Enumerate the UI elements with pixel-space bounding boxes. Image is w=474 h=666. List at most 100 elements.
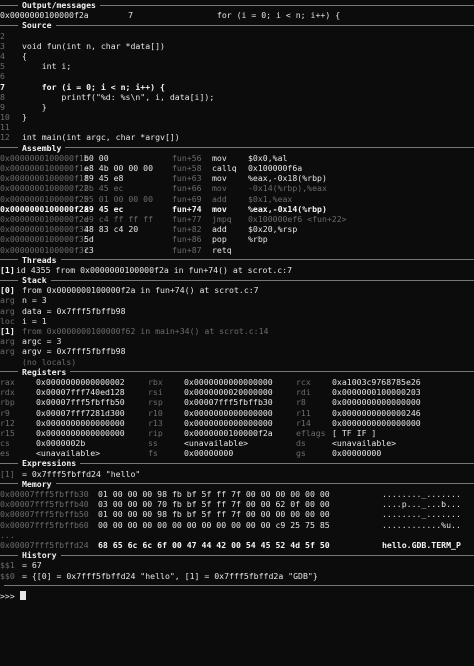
memory-ascii: ........_....... (382, 489, 461, 499)
line-number: 10 (0, 112, 10, 123)
memory-address: ... (0, 529, 15, 540)
command-prompt[interactable]: >>> (0, 590, 474, 601)
stack-prefix: [0] (0, 285, 15, 296)
asm-mnemonic: mov (212, 173, 227, 184)
stack-line: (no locals) (0, 357, 474, 367)
source-pane-header: Source (0, 20, 474, 30)
header-rule-left (0, 371, 18, 373)
history-text: = 67 (22, 560, 42, 571)
stack-text: (no locals) (22, 356, 77, 367)
register-value: 0x0000000000000000 (184, 376, 273, 387)
source-line: 5 int i; (0, 61, 474, 71)
asm-address: 0x0000000100000f36 (0, 234, 89, 245)
memory-address: 0x00007fff5fbffd24 (0, 539, 89, 550)
source-line: 6 (0, 71, 474, 81)
stack-pane-title: Stack (22, 275, 47, 286)
header-rule-right (80, 463, 474, 465)
line-number: 3 (0, 40, 5, 51)
asm-operands: 0x100000ef6 <fun+22> (248, 213, 347, 224)
memory-line: 0x00007fff5fbffd24 68 65 6c 6c 6f 00 47 4… (0, 540, 474, 550)
asm-mnemonic: add (212, 193, 227, 204)
header-rule-right (55, 24, 474, 26)
register-name: r12 (0, 417, 15, 428)
asm-symbol: fun+69 (172, 193, 202, 204)
header-rule-left (0, 147, 18, 149)
asm-address: 0x0000000100000f25 (0, 193, 89, 204)
stack-text: from 0x0000000100000f62 in main+34() at … (22, 326, 269, 336)
asm-symbol: fun+82 (172, 224, 202, 235)
memory-line: 0x00007fff5fbffb30 01 00 00 00 98 fb bf 5… (0, 489, 474, 499)
asm-bytes: 48 83 c4 20 (84, 224, 139, 235)
asm-bytes: e9 c4 ff ff ff (84, 213, 154, 224)
register-value: 0x0000000000000000 (184, 417, 273, 428)
stack-line[interactable]: [0] from 0x0000000100000f2a in fun+74() a… (0, 285, 474, 295)
expression-index: [1] (0, 468, 15, 479)
memory-address: 0x00007fff5fbffb30 (0, 489, 89, 499)
register-value: 0x0000002b (36, 438, 86, 449)
expressions-pane-title: Expressions (22, 458, 77, 469)
prompt-symbol: >>> (0, 590, 15, 601)
asm-address: 0x0000000100000f37 (0, 244, 89, 255)
memory-line: 0x00007fff5fbffb50 01 00 00 00 98 fb bf 5… (0, 509, 474, 519)
stack-pane-header: Stack (0, 275, 474, 285)
source-line: 11 (0, 122, 474, 132)
register-name: rdx (0, 387, 15, 398)
register-name: ds (296, 438, 306, 449)
asm-bytes: b0 00 (84, 152, 109, 163)
asm-symbol: fun+56 (172, 152, 202, 163)
register-value: 0x00000000 (184, 448, 234, 459)
line-number: 6 (0, 71, 5, 82)
register-name: r9 (0, 407, 10, 418)
stack-text: n = 3 (22, 295, 47, 306)
thread-text: id 4355 from 0x0000000100000f2a in fun+7… (16, 264, 293, 275)
source-line: 4{ (0, 51, 474, 61)
register-name: gs (296, 448, 306, 459)
assembly-line: 0x0000000100000f1f 89 45 e8 fun+63 mov %eax,… (0, 173, 474, 183)
line-number: 8 (0, 91, 5, 102)
history-index: $$1 (0, 560, 15, 571)
register-name: r11 (296, 407, 311, 418)
source-text: void fun(int n, char *data[]) (22, 40, 165, 51)
register-value: 0x0000000100000f2a (184, 427, 273, 438)
threads-pane-header: Threads (0, 255, 474, 265)
expression-line: [1] = 0x7fff5fbffd24 "hello" (0, 469, 474, 479)
header-rule-left (0, 463, 18, 465)
registers-pane-header: Registers (0, 367, 474, 377)
source-line: 10} (0, 112, 474, 122)
register-name: eflags (296, 427, 326, 438)
thread-line[interactable]: [1] id 4355 from 0x0000000100000f2a in fu… (0, 265, 474, 275)
register-value: <unavailable> (184, 438, 249, 449)
assembly-line: 0x0000000100000f1a e8 4b 00 00 00 fun+58 ca… (0, 163, 474, 173)
header-rule-right (60, 259, 474, 261)
text-cursor[interactable] (19, 590, 26, 600)
stack-text: from 0x0000000100000f2a in fun+74() at s… (22, 285, 259, 296)
threads-pane-title: Threads (22, 254, 57, 265)
header-rule-left (0, 259, 18, 261)
history-index: $$0 (0, 570, 15, 581)
memory-hex: 01 00 00 00 98 fb bf 5f ff 7f 00 00 00 0… (98, 509, 330, 520)
asm-mnemonic: retq (212, 244, 232, 255)
source-text: int i; (22, 61, 72, 72)
line-number: 9 (0, 101, 5, 112)
register-value: 0x0000000000000000 (36, 417, 125, 428)
asm-address: 0x0000000100000f2a (0, 203, 89, 214)
register-value: 0x00007fff5fbffb50 (36, 397, 125, 408)
asm-bytes: e8 4b 00 00 00 (84, 163, 154, 173)
assembly-line: 0x0000000100000f2d e9 c4 ff ff ff fun+77 jm… (0, 214, 474, 224)
asm-mnemonic: callq (212, 163, 237, 173)
memory-line: 0x00007fff5fbffb60 00 00 00 00 00 00 00 0… (0, 520, 474, 530)
register-name: es (0, 448, 10, 459)
register-name: r10 (148, 407, 163, 418)
register-value: <unavailable> (36, 448, 101, 459)
asm-bytes: 8b 45 ec (84, 183, 124, 194)
stack-line[interactable]: [1] from 0x0000000100000f62 in main+34() … (0, 326, 474, 336)
assembly-line: 0x0000000100000f2a 89 45 ec fun+74 mov %eax,… (0, 204, 474, 214)
register-row: cs 0x0000002b ss <unavailable> ds <unavailabl… (0, 438, 474, 448)
registers-pane-title: Registers (22, 366, 67, 377)
asm-symbol: fun+86 (172, 234, 202, 245)
stack-prefix: loc (0, 315, 15, 326)
header-rule-right (60, 554, 474, 556)
asm-bytes: 05 01 00 00 00 (84, 193, 154, 204)
assembly-line: 0x0000000100000f22 8b 45 ec fun+66 mov -0x14… (0, 183, 474, 193)
assembly-line: 0x0000000100000f37 c3 fun+87 retq (0, 245, 474, 255)
